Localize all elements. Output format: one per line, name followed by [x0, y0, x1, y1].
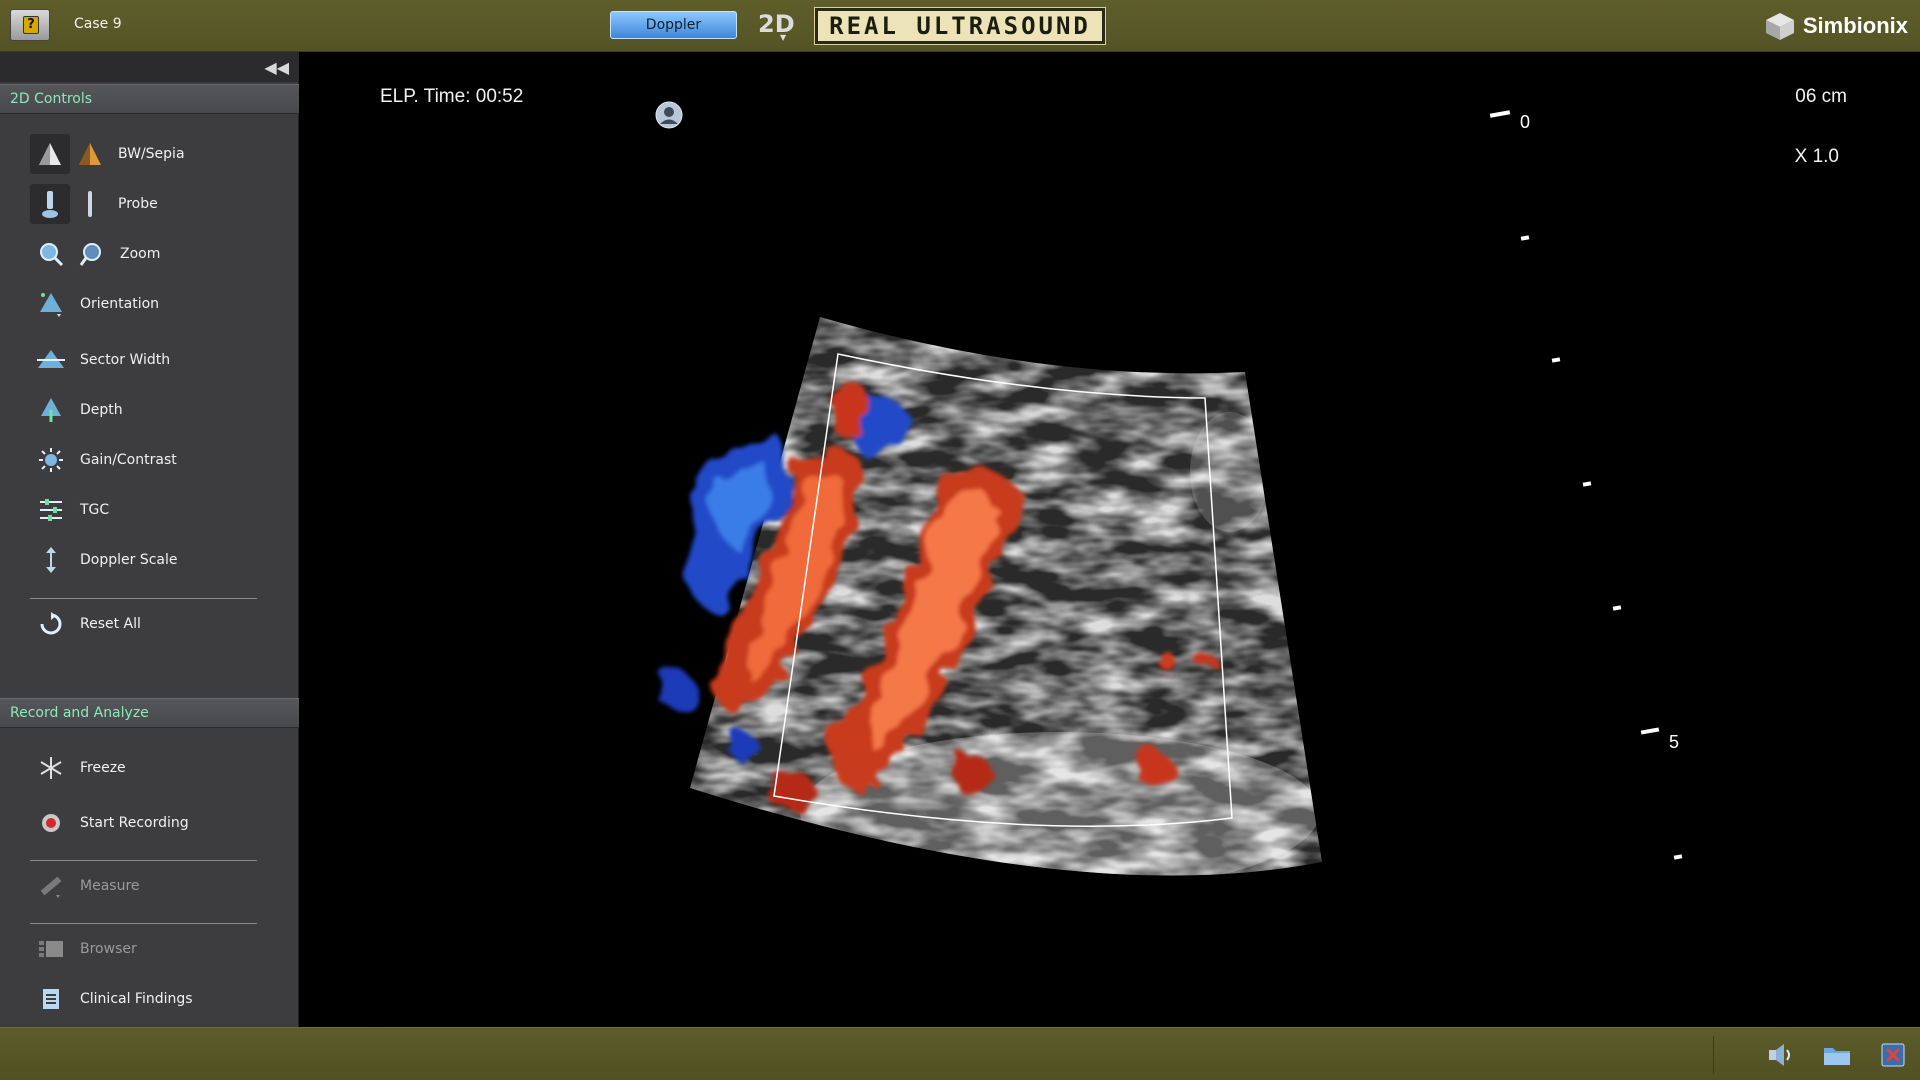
sidebar-item-browser[interactable]: Browser — [30, 929, 290, 969]
sidebar-item-label: TGC — [80, 502, 110, 518]
record-icon[interactable] — [30, 803, 72, 843]
zoom-in-icon[interactable] — [30, 234, 72, 274]
sidebar-item-label: Measure — [80, 878, 140, 894]
user-icon[interactable] — [655, 101, 683, 129]
folder-icon[interactable] — [1822, 1041, 1852, 1069]
ultrasound-image — [660, 317, 1322, 876]
sidebar-item-clinical-findings[interactable]: Clinical Findings — [30, 979, 290, 1019]
sidebar-item-label: Gain/Contrast — [80, 452, 177, 468]
vendor-logo: Simbionix — [1763, 10, 1908, 42]
sidebar-item-label: Depth — [80, 402, 123, 418]
elapsed-time: ELP. Time: 00:52 — [380, 86, 524, 107]
sepia-icon[interactable] — [70, 134, 110, 174]
divider — [1713, 1036, 1714, 1074]
sidebar: ◀◀ 2D Controls BW/Sepia Probe Zoom Orien… — [0, 52, 299, 1027]
sidebar-item-tgc[interactable]: TGC — [30, 490, 290, 530]
case-label: Case 9 — [74, 16, 122, 32]
doppler-scale-icon[interactable] — [30, 540, 72, 580]
mode-2d-button[interactable]: 2D — [758, 10, 795, 38]
zoom-out-icon[interactable] — [72, 234, 112, 274]
close-icon[interactable] — [1878, 1041, 1908, 1069]
ultrasound-viewport[interactable]: ELP. Time: 00:52 06 cm X 1.0 0 5 — [300, 52, 1920, 1027]
depth-scale-label: 5 — [1669, 732, 1680, 752]
sidebar-item-label: Zoom — [120, 246, 161, 262]
sidebar-item-label: BW/Sepia — [118, 146, 185, 162]
speaker-icon[interactable] — [1765, 1041, 1795, 1069]
brand-badge: REAL ULTRASOUND — [814, 7, 1106, 45]
chevron-down-icon[interactable]: ▼ — [780, 33, 786, 42]
help-icon: ? — [23, 16, 39, 34]
depth-readout: 06 cm — [1795, 86, 1847, 107]
sidebar-item-depth[interactable]: Depth — [30, 390, 290, 430]
tgc-icon[interactable] — [30, 490, 72, 530]
sidebar-item-label: Probe — [118, 196, 158, 212]
doppler-button[interactable]: Doppler — [610, 11, 737, 39]
collapse-panel-icon[interactable]: ◀◀ — [264, 58, 289, 77]
probe-alt-icon[interactable] — [70, 184, 110, 224]
sidebar-item-reset-all[interactable]: Reset All — [30, 604, 290, 644]
sidebar-item-label: Freeze — [80, 760, 126, 776]
sidebar-item-label: Reset All — [80, 616, 141, 632]
sidebar-item-orientation[interactable]: Orientation — [30, 284, 290, 324]
sidebar-item-measure[interactable]: Measure — [30, 866, 290, 906]
collapse-strip: ◀◀ — [0, 52, 299, 82]
zoom-readout: X 1.0 — [1794, 146, 1839, 167]
snowflake-icon[interactable] — [30, 748, 72, 788]
sidebar-item-label: Doppler Scale — [80, 552, 178, 568]
sector-width-icon[interactable] — [30, 340, 72, 380]
orientation-icon[interactable] — [30, 284, 72, 324]
probe-icon[interactable] — [30, 184, 70, 224]
help-button[interactable]: ? — [10, 9, 50, 41]
cube-logo-icon — [1765, 13, 1794, 40]
sidebar-item-probe[interactable]: Probe — [30, 184, 290, 224]
depth-scale-label: 0 — [1520, 112, 1531, 132]
section-header-record-analyze: Record and Analyze — [0, 698, 299, 728]
sidebar-item-freeze[interactable]: Freeze — [30, 748, 290, 788]
browser-icon[interactable] — [30, 929, 72, 969]
sidebar-item-zoom[interactable]: Zoom — [30, 234, 290, 274]
sidebar-item-gain-contrast[interactable]: Gain/Contrast — [30, 440, 290, 480]
divider — [30, 860, 257, 861]
sidebar-item-label: Browser — [80, 941, 137, 957]
sidebar-item-doppler-scale[interactable]: Doppler Scale — [30, 540, 290, 580]
sidebar-item-bw-sepia[interactable]: BW/Sepia — [30, 134, 290, 174]
depth-icon[interactable] — [30, 390, 72, 430]
sidebar-item-start-recording[interactable]: Start Recording — [30, 803, 290, 843]
top-bar: ? Case 9 Doppler 2D ▼ REAL ULTRASOUND Si… — [0, 0, 1920, 52]
section-header-2d-controls: 2D Controls — [0, 84, 299, 114]
divider — [30, 598, 257, 599]
bottom-bar — [0, 1027, 1920, 1080]
reset-icon[interactable] — [30, 604, 72, 644]
vendor-name: Simbionix — [1802, 13, 1908, 38]
document-icon[interactable] — [30, 979, 72, 1019]
ruler-icon[interactable] — [30, 866, 72, 906]
sidebar-item-label: Orientation — [80, 296, 160, 312]
sidebar-item-label: Clinical Findings — [80, 991, 193, 1007]
gain-contrast-icon[interactable] — [30, 440, 72, 480]
sidebar-item-label: Start Recording — [80, 815, 189, 831]
divider — [30, 923, 257, 924]
bw-icon[interactable] — [30, 134, 70, 174]
sidebar-item-label: Sector Width — [80, 352, 171, 368]
sidebar-item-sector-width[interactable]: Sector Width — [30, 340, 290, 380]
